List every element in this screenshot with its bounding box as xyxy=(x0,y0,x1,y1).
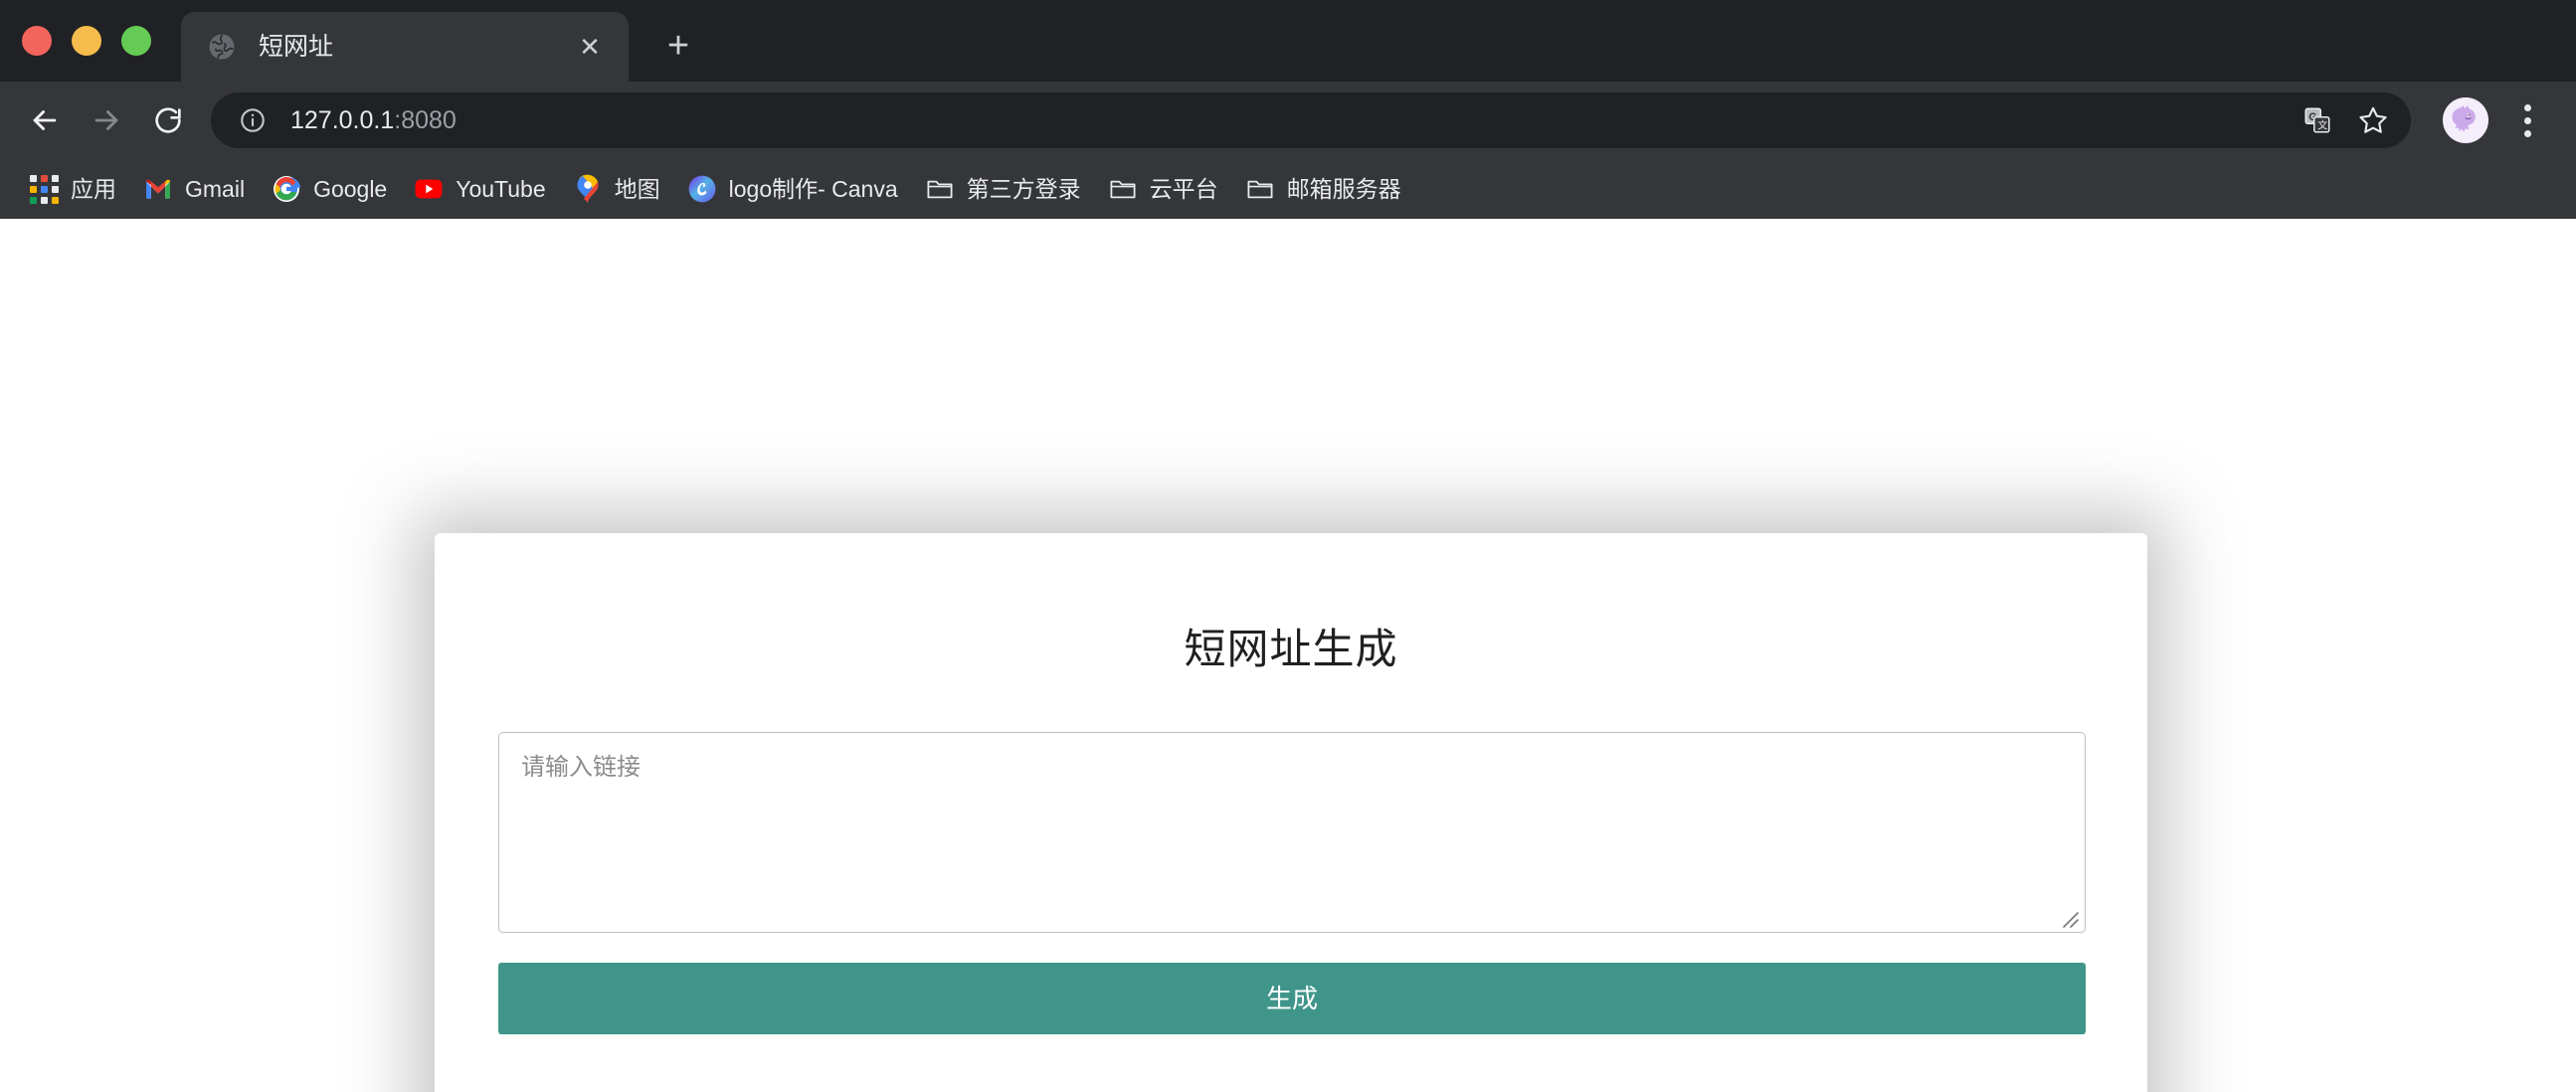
globe-icon xyxy=(207,32,237,62)
translate-icon[interactable]: G 文 xyxy=(2290,92,2345,148)
canva-icon xyxy=(688,175,716,203)
back-button[interactable] xyxy=(14,90,76,151)
reload-icon xyxy=(152,104,184,136)
svg-text:文: 文 xyxy=(2317,118,2327,131)
minimize-window-button[interactable] xyxy=(72,26,101,56)
browser-toolbar: 127.0.0.1:8080 G 文 xyxy=(0,82,2576,159)
bookmark-label: 第三方登录 xyxy=(966,176,1081,202)
bookmark-label: 云平台 xyxy=(1149,176,1218,202)
bookmark-google[interactable]: Google xyxy=(259,165,401,213)
bookmark-folder-mail-server[interactable]: 邮箱服务器 xyxy=(1232,165,1415,213)
bookmark-maps[interactable]: 地图 xyxy=(560,165,674,213)
bookmark-label: logo制作- Canva xyxy=(728,176,898,202)
tab-title: 短网址 xyxy=(259,33,334,61)
page-viewport: 短网址生成 生成 xyxy=(0,219,2576,1092)
arrow-right-icon xyxy=(90,103,123,137)
url-input[interactable] xyxy=(498,732,2086,933)
dinosaur-avatar xyxy=(2443,97,2488,143)
youtube-icon xyxy=(415,175,443,203)
bookmark-label: 应用 xyxy=(71,176,116,202)
browser-window: 短网址 ✕ + 127.0.0.1:8080 G 文 应用 Gmail Goog… xyxy=(0,0,2576,1092)
bookmark-youtube[interactable]: YouTube xyxy=(401,165,559,213)
bookmarks-bar: 应用 Gmail Google YouTube 地图 logo制作- Canva… xyxy=(0,159,2576,219)
url-input-wrapper xyxy=(498,732,2086,933)
bookmark-apps[interactable]: 应用 xyxy=(16,165,130,213)
info-circle-icon[interactable] xyxy=(237,104,269,136)
folder-icon xyxy=(1109,175,1137,203)
window-controls xyxy=(22,0,151,82)
bookmark-canva[interactable]: logo制作- Canva xyxy=(674,165,912,213)
forward-button[interactable] xyxy=(76,90,137,151)
kebab-menu-icon[interactable] xyxy=(2502,92,2552,148)
bookmark-label: Google xyxy=(313,176,388,202)
gmail-icon xyxy=(144,175,172,203)
close-window-button[interactable] xyxy=(22,26,52,56)
close-icon[interactable]: ✕ xyxy=(573,30,607,64)
folder-icon xyxy=(926,175,954,203)
bookmark-label: 地图 xyxy=(614,176,660,202)
address-bar[interactable]: 127.0.0.1:8080 G 文 xyxy=(211,92,2411,148)
bookmark-label: Gmail xyxy=(185,176,246,202)
star-icon[interactable] xyxy=(2345,92,2401,148)
bookmark-folder-cloud-platform[interactable]: 云平台 xyxy=(1095,165,1232,213)
bookmark-label: 邮箱服务器 xyxy=(1286,176,1401,202)
arrow-left-icon xyxy=(28,103,62,137)
browser-tab-active[interactable]: 短网址 ✕ xyxy=(181,12,629,82)
url-host: 127.0.0.1 xyxy=(290,106,395,134)
bookmark-gmail[interactable]: Gmail xyxy=(130,165,259,213)
maximize-window-button[interactable] xyxy=(121,26,151,56)
folder-icon xyxy=(1246,175,1274,203)
generate-button[interactable]: 生成 xyxy=(498,963,2086,1034)
url-port: :8080 xyxy=(394,106,457,134)
apps-grid-icon xyxy=(29,174,59,204)
maps-pin-icon xyxy=(574,174,602,204)
bookmark-label: YouTube xyxy=(456,176,546,202)
address-bar-url: 127.0.0.1:8080 xyxy=(290,104,2290,136)
new-tab-button[interactable]: + xyxy=(650,18,706,74)
page-title: 短网址生成 xyxy=(1184,626,1398,672)
reload-button[interactable] xyxy=(137,90,199,151)
shortener-card: 短网址生成 生成 xyxy=(435,533,2147,1092)
bookmark-folder-third-party-login[interactable]: 第三方登录 xyxy=(912,165,1095,213)
google-icon xyxy=(273,175,301,203)
tab-strip: 短网址 ✕ + xyxy=(0,0,2576,82)
avatar[interactable] xyxy=(2443,97,2488,143)
